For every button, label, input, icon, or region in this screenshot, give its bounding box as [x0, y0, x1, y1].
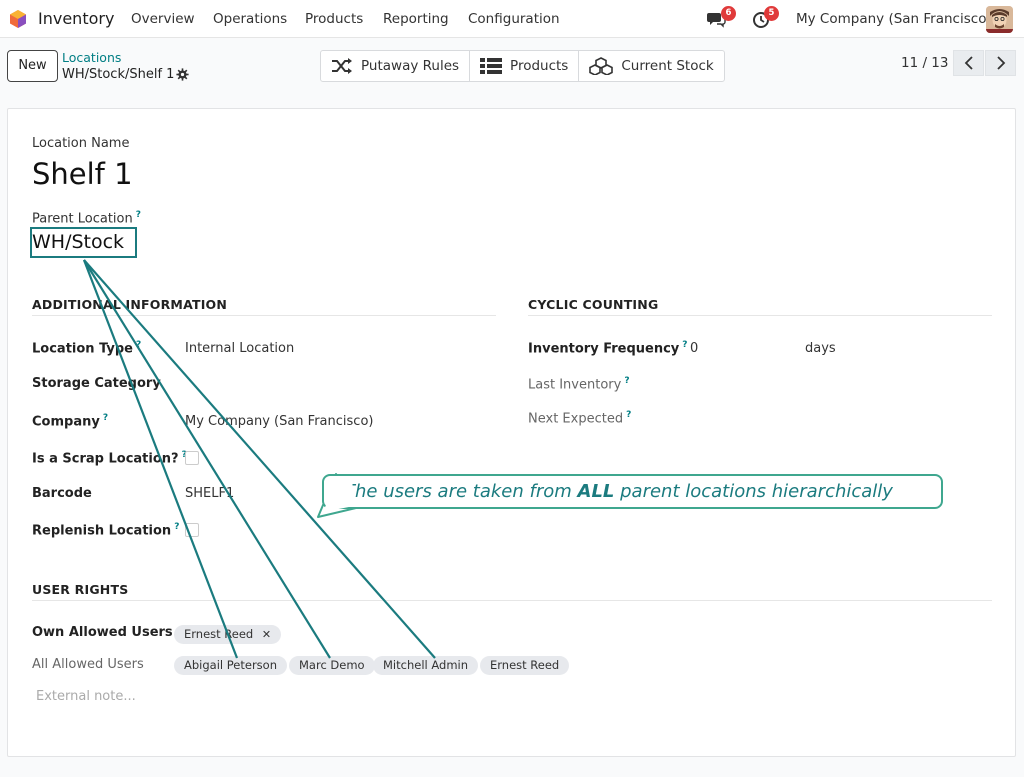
all-allowed-users-field: Abigail Peterson Marc Demo Mitchell Admi…	[174, 656, 574, 675]
company-field[interactable]: My Company (San Francisco)	[185, 414, 373, 429]
own-allowed-users-label: Own Allowed Users	[32, 625, 173, 640]
list-icon	[480, 58, 503, 74]
gear-icon[interactable]	[176, 68, 189, 81]
annotation-text-part: The users are taken from	[344, 481, 578, 502]
help-icon[interactable]: ?	[624, 376, 629, 386]
user-rights-title: USER RIGHTS	[32, 582, 129, 597]
section-divider	[32, 315, 496, 316]
annotation-callout: The users are taken from ALL parent loca…	[322, 474, 943, 509]
remove-tag-icon[interactable]: ✕	[262, 628, 271, 641]
help-icon[interactable]: ?	[682, 340, 687, 350]
avatar-face-icon	[986, 6, 1013, 33]
menu-products[interactable]: Products	[305, 11, 363, 27]
products-button[interactable]: Products	[470, 51, 580, 81]
help-icon[interactable]: ?	[136, 340, 141, 350]
chevron-left-icon	[964, 56, 973, 70]
user-tag: Ernest Reed	[480, 656, 570, 675]
section-divider	[32, 600, 992, 601]
replenish-location-label: Replenish Location?	[32, 522, 179, 538]
scrap-location-label-text: Is a Scrap Location?	[32, 451, 179, 467]
company-label-text: Company	[32, 414, 100, 430]
annotation-text-part: parent locations hierarchically	[614, 481, 893, 502]
inventory-frequency-field[interactable]: 0	[690, 341, 698, 356]
help-icon[interactable]: ?	[103, 413, 108, 423]
menu-overview[interactable]: Overview	[131, 11, 195, 27]
menu-configuration[interactable]: Configuration	[468, 11, 560, 27]
menu-operations[interactable]: Operations	[213, 11, 287, 27]
barcode-field[interactable]: SHELF1	[185, 486, 234, 501]
barcode-label: Barcode	[32, 486, 92, 501]
pager-previous-button[interactable]	[953, 50, 984, 76]
scrap-location-label: Is a Scrap Location??	[32, 450, 187, 466]
additional-information-title: ADDITIONAL INFORMATION	[32, 297, 228, 312]
inventory-frequency-unit: days	[805, 341, 836, 356]
shuffle-icon	[332, 58, 352, 74]
putaway-rules-label: Putaway Rules	[361, 58, 460, 74]
storage-category-field[interactable]	[185, 374, 475, 394]
location-type-field[interactable]: Internal Location	[185, 341, 294, 356]
last-inventory-label: Last Inventory?	[528, 376, 630, 392]
section-divider	[528, 315, 992, 316]
replenish-location-checkbox[interactable]	[185, 523, 199, 537]
smart-buttons: Putaway Rules Products Current Stock	[320, 50, 725, 82]
current-stock-button[interactable]: Current Stock	[579, 51, 723, 81]
inventory-frequency-label-text: Inventory Frequency	[528, 341, 680, 357]
company-label: Company?	[32, 413, 108, 429]
user-avatar[interactable]	[986, 6, 1013, 33]
location-type-label: Location Type?	[32, 340, 141, 356]
location-name-field[interactable]: Shelf 1	[32, 157, 133, 191]
location-name-label: Location Name	[32, 136, 130, 151]
company-switcher[interactable]: My Company (San Francisco)	[796, 11, 992, 27]
location-type-label-text: Location Type	[32, 341, 133, 357]
parent-location-label: Parent Location?	[32, 210, 141, 226]
inventory-frequency-label: Inventory Frequency?	[528, 340, 688, 356]
pager-value[interactable]: 11 / 13	[901, 55, 949, 71]
new-button[interactable]: New	[7, 50, 58, 82]
help-icon[interactable]: ?	[626, 410, 631, 420]
app-name[interactable]: Inventory	[38, 9, 114, 28]
inventory-app-icon[interactable]	[8, 9, 28, 29]
activities-badge: 5	[764, 6, 779, 21]
user-tag-label: Ernest Reed	[184, 627, 254, 641]
breadcrumb-current: WH/Stock/Shelf 1	[62, 67, 175, 82]
storage-category-label: Storage Category	[32, 376, 161, 391]
user-tag: Marc Demo	[289, 656, 375, 675]
user-tag: Abigail Peterson	[174, 656, 287, 675]
parent-location-field[interactable]: WH/Stock	[32, 231, 124, 253]
putaway-rules-button[interactable]: Putaway Rules	[321, 51, 471, 81]
help-icon[interactable]: ?	[174, 522, 179, 532]
annotation-text: The users are taken from ALL parent loca…	[344, 481, 893, 502]
pager-next-button[interactable]	[985, 50, 1016, 76]
cubes-icon	[589, 57, 614, 75]
scrap-location-checkbox[interactable]	[185, 451, 199, 465]
annotation-emphasis: ALL	[577, 481, 615, 502]
user-tag: Ernest Reed ✕	[174, 625, 282, 644]
all-allowed-users-label: All Allowed Users	[32, 657, 144, 672]
last-inventory-label-text: Last Inventory	[528, 377, 622, 393]
breadcrumb-locations-link[interactable]: Locations	[62, 50, 121, 65]
chevron-right-icon	[996, 56, 1005, 70]
parent-location-label-text: Parent Location	[32, 211, 133, 227]
products-label: Products	[510, 58, 569, 74]
top-navbar: Inventory Overview Operations Products R…	[0, 0, 1024, 38]
help-icon[interactable]: ?	[136, 210, 141, 220]
cyclic-counting-title: CYCLIC COUNTING	[528, 297, 659, 312]
external-note-field[interactable]: External note...	[36, 689, 136, 704]
next-expected-label-text: Next Expected	[528, 411, 624, 427]
current-stock-label: Current Stock	[621, 58, 714, 74]
user-tag: Mitchell Admin	[373, 656, 479, 675]
messages-badge: 6	[721, 6, 736, 21]
replenish-location-label-text: Replenish Location	[32, 523, 172, 539]
next-expected-label: Next Expected?	[528, 410, 631, 426]
form-sheet: Location Name Shelf 1 Parent Location? W…	[7, 108, 1016, 757]
menu-reporting[interactable]: Reporting	[383, 11, 449, 27]
